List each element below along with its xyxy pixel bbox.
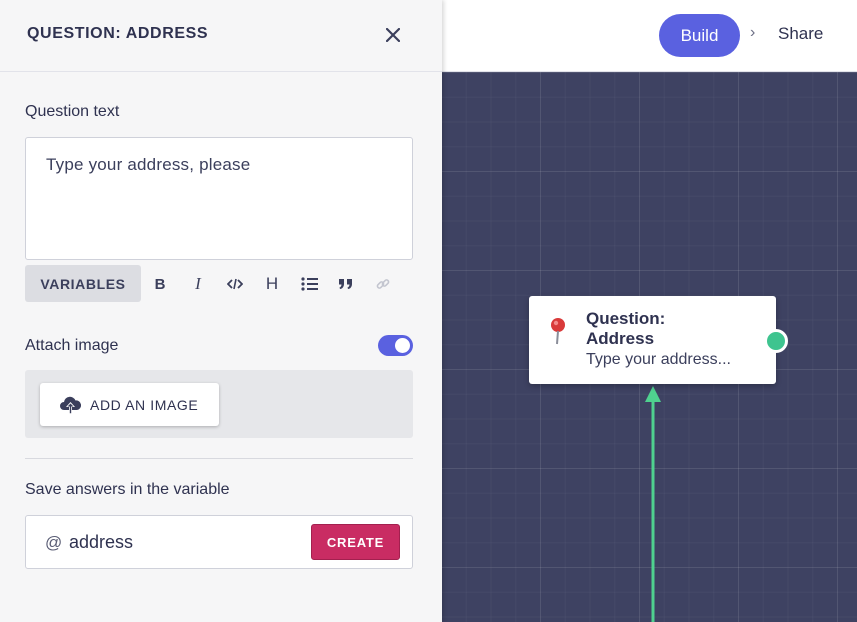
close-button[interactable] — [380, 22, 406, 48]
italic-icon[interactable]: I — [187, 273, 209, 295]
node-subtitle: Type your address... — [586, 351, 731, 368]
create-button[interactable]: CREATE — [311, 524, 400, 560]
variable-name-input[interactable]: address — [69, 532, 133, 553]
variable-prefix: @ — [45, 533, 63, 552]
top-bar: Build › Share — [442, 0, 857, 72]
image-dropzone: ADD AN IMAGE — [25, 370, 413, 438]
list-icon[interactable] — [298, 273, 320, 295]
node-title: Question: Address — [586, 309, 666, 348]
format-toolbar: VARIABLES B I H — [25, 265, 413, 302]
build-button[interactable]: Build — [659, 14, 740, 57]
variable-field[interactable]: @ address CREATE — [25, 515, 413, 569]
question-text-input[interactable]: Type your address, please — [25, 137, 413, 260]
question-node[interactable]: Question: Address Type your address... — [529, 296, 776, 384]
question-text-label: Question text — [25, 103, 120, 120]
attach-image-toggle[interactable] — [378, 335, 413, 356]
panel-header: QUESTION: ADDRESS — [0, 0, 442, 72]
bold-icon[interactable]: B — [149, 273, 171, 295]
pin-icon — [551, 318, 565, 345]
question-panel: QUESTION: ADDRESS Question text Type you… — [0, 0, 442, 622]
upload-cloud-icon — [60, 396, 81, 414]
add-image-label: ADD AN IMAGE — [90, 396, 199, 413]
attach-image-label: Attach image — [25, 337, 119, 354]
code-icon[interactable] — [224, 273, 246, 295]
panel-title: QUESTION: ADDRESS — [27, 25, 209, 42]
close-icon — [386, 28, 400, 42]
link-icon[interactable] — [372, 273, 394, 295]
quote-icon[interactable] — [335, 273, 357, 295]
heading-icon[interactable]: H — [261, 273, 283, 295]
variables-button[interactable]: VARIABLES — [25, 265, 141, 302]
output-port[interactable] — [764, 329, 788, 353]
add-image-button[interactable]: ADD AN IMAGE — [40, 383, 219, 426]
connector-arrow[interactable] — [640, 384, 666, 622]
save-answers-label: Save answers in the variable — [25, 481, 230, 498]
divider — [25, 458, 413, 459]
share-button[interactable]: Share — [778, 24, 823, 44]
breadcrumb-separator: › — [750, 24, 756, 41]
